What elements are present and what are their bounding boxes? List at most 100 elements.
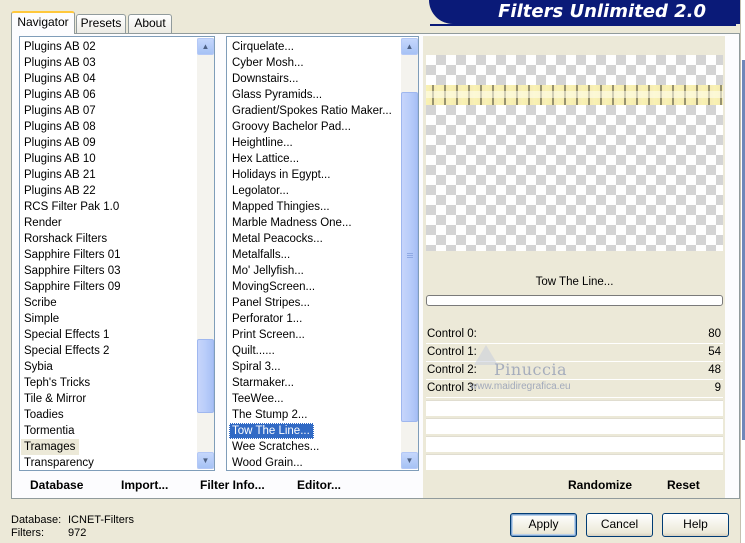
help-button[interactable]: Help xyxy=(662,513,729,537)
tab-navigator[interactable]: Navigator xyxy=(11,11,75,34)
control-row-empty xyxy=(426,436,723,452)
list-item[interactable]: Cirquelate... xyxy=(227,39,298,55)
scroll-up-arrow-icon[interactable]: ▲ xyxy=(401,38,418,55)
database-button[interactable]: Database xyxy=(30,478,83,492)
status-filters: Filters: 972 xyxy=(11,527,86,539)
outer-scrollbar[interactable] xyxy=(740,0,745,543)
list-item[interactable]: Special Effects 1 xyxy=(20,327,113,343)
list-item[interactable]: Print Screen... xyxy=(227,327,309,343)
list-item[interactable]: Starmaker... xyxy=(227,375,298,391)
list-item[interactable]: Rorshack Filters xyxy=(20,231,111,247)
control-label: Control 2: xyxy=(427,364,477,376)
preview-canvas[interactable] xyxy=(426,55,723,251)
list-item[interactable]: Mo' Jellyfish... xyxy=(227,263,308,279)
tab-presets[interactable]: Presets xyxy=(76,14,126,33)
list-item[interactable]: Simple xyxy=(20,311,63,327)
list-item[interactable]: Metal Peacocks... xyxy=(227,231,327,247)
filter-info-button[interactable]: Filter Info... xyxy=(200,478,265,492)
list-item[interactable]: Quilt...... xyxy=(227,343,279,359)
list-item[interactable]: Tramages xyxy=(21,439,80,455)
randomize-button[interactable]: Randomize xyxy=(568,478,632,492)
category-list[interactable]: Plugins AB 02 Plugins AB 03 Plugins AB 04 P… xyxy=(19,36,215,471)
list-item[interactable]: Tow The Line... xyxy=(229,423,314,439)
status-filters-label: Filters: xyxy=(11,527,44,539)
editor-button[interactable]: Editor... xyxy=(297,478,341,492)
list-item[interactable]: Metalfalls... xyxy=(227,247,294,263)
control-value: 48 xyxy=(708,364,721,376)
status-database: Database: ICNET-Filters xyxy=(11,514,134,526)
scroll-up-arrow-icon[interactable]: ▲ xyxy=(197,38,214,55)
list-item[interactable]: Sybia xyxy=(20,359,57,375)
control-value: 80 xyxy=(708,328,721,340)
list-item[interactable]: Plugins AB 08 xyxy=(20,119,100,135)
scroll-down-arrow-icon[interactable]: ▼ xyxy=(401,452,418,469)
list-item[interactable]: Plugins AB 07 xyxy=(20,103,100,119)
list-item[interactable]: Spiral 3... xyxy=(227,359,285,375)
banner-divider xyxy=(430,24,736,26)
list-item[interactable]: Plugins AB 02 xyxy=(20,39,100,55)
tab-about[interactable]: About xyxy=(128,14,172,33)
list-item[interactable]: The Stump 2... xyxy=(227,407,311,423)
list-item[interactable]: Hex Lattice... xyxy=(227,151,303,167)
list-item[interactable]: Plugins AB 06 xyxy=(20,87,100,103)
list-item[interactable]: Scribe xyxy=(20,295,61,311)
scroll-grip-icon xyxy=(407,255,413,256)
control-row-0[interactable]: Control 0: 80 xyxy=(426,326,723,344)
control-value: 9 xyxy=(714,382,721,394)
controls-panel: Control 0: 80 Control 1: 54 Control 2: 4… xyxy=(426,326,723,470)
list-item[interactable]: Render xyxy=(20,215,66,231)
list-item[interactable]: Panel Stripes... xyxy=(227,295,314,311)
list-item[interactable]: Tormentia xyxy=(20,423,79,439)
category-scrollbar[interactable]: ▲ ▼ xyxy=(197,38,214,469)
list-item[interactable]: Gradient/Spokes Ratio Maker... xyxy=(227,103,396,119)
list-item[interactable]: Wood Grain... xyxy=(227,455,307,470)
list-item[interactable]: Holidays in Egypt... xyxy=(227,167,334,183)
list-item[interactable]: Legolator... xyxy=(227,183,293,199)
list-item[interactable]: MovingScreen... xyxy=(227,279,319,295)
filter-scrollbar[interactable]: ▲ ▼ xyxy=(401,38,418,469)
list-item[interactable]: Sapphire Filters 03 xyxy=(20,263,125,279)
selected-filter-name: Tow The Line... xyxy=(535,276,614,288)
filter-scrollbar-thumb[interactable] xyxy=(401,92,418,422)
import-button[interactable]: Import... xyxy=(121,478,168,492)
reset-button[interactable]: Reset xyxy=(667,478,700,492)
control-value: 54 xyxy=(708,346,721,358)
list-item[interactable]: TeeWee... xyxy=(227,391,288,407)
list-item[interactable]: Special Effects 2 xyxy=(20,343,113,359)
list-item[interactable]: Wee Scratches... xyxy=(227,439,323,455)
list-item[interactable]: RCS Filter Pak 1.0 xyxy=(20,199,123,215)
list-item[interactable]: Cyber Mosh... xyxy=(227,55,308,71)
scroll-grip-icon xyxy=(407,253,413,254)
apply-button[interactable]: Apply xyxy=(510,513,577,537)
list-item[interactable]: Toadies xyxy=(20,407,68,423)
filter-list[interactable]: Cirquelate... Cyber Mosh... Downstairs... G… xyxy=(226,36,419,471)
list-item[interactable]: Marble Madness One... xyxy=(227,215,356,231)
control-row-1[interactable]: Control 1: 54 xyxy=(426,344,723,362)
category-scrollbar-thumb[interactable] xyxy=(197,339,214,413)
list-item[interactable]: Teph's Tricks xyxy=(20,375,94,391)
list-item[interactable]: Plugins AB 03 xyxy=(20,55,100,71)
list-item[interactable]: Perforator 1... xyxy=(227,311,306,327)
list-item[interactable]: Plugins AB 10 xyxy=(20,151,100,167)
list-item[interactable]: Plugins AB 22 xyxy=(20,183,100,199)
list-item[interactable]: Sapphire Filters 01 xyxy=(20,247,125,263)
control-slider[interactable] xyxy=(426,397,723,398)
list-item[interactable]: Heightline... xyxy=(227,135,297,151)
list-item[interactable]: Downstairs... xyxy=(227,71,302,87)
scroll-down-arrow-icon[interactable]: ▼ xyxy=(197,452,214,469)
list-item[interactable]: Glass Pyramids... xyxy=(227,87,326,103)
scroll-grip-icon xyxy=(407,257,413,258)
watermark-url: www.maidiregrafica.eu xyxy=(470,381,571,392)
control-row-2[interactable]: Control 2: 48 xyxy=(426,362,723,380)
cancel-button[interactable]: Cancel xyxy=(586,513,653,537)
control-label: Control 0: xyxy=(427,328,477,340)
list-item[interactable]: Sapphire Filters 09 xyxy=(20,279,125,295)
list-item[interactable]: Plugins AB 09 xyxy=(20,135,100,151)
list-item[interactable]: Transparency xyxy=(20,455,98,470)
list-item[interactable]: Plugins AB 21 xyxy=(20,167,100,183)
progress-bar xyxy=(426,295,723,306)
list-item[interactable]: Mapped Thingies... xyxy=(227,199,334,215)
list-item[interactable]: Plugins AB 04 xyxy=(20,71,100,87)
list-item[interactable]: Tile & Mirror xyxy=(20,391,90,407)
list-item[interactable]: Groovy Bachelor Pad... xyxy=(227,119,355,135)
